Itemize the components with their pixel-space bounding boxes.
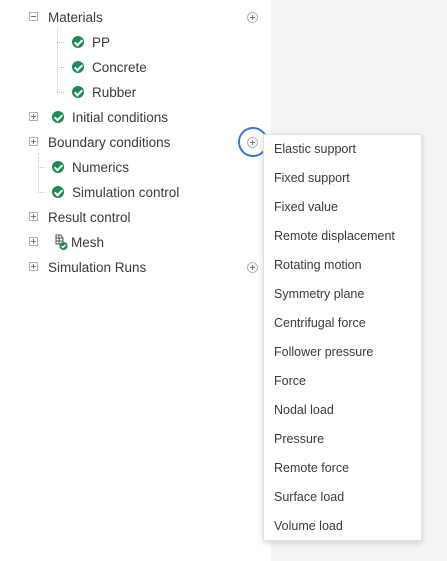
menu-item-volume-load[interactable]: Volume load [264, 512, 421, 541]
tree-item-label: Simulation Runs [48, 259, 147, 275]
tree-connector [38, 153, 39, 193]
tree-item-pp[interactable]: PP [72, 32, 110, 52]
menu-item-rotating-motion[interactable]: Rotating motion [264, 251, 421, 280]
tree-item-rubber[interactable]: Rubber [72, 82, 136, 102]
tree-item-label: Mesh [71, 234, 105, 250]
menu-item-centrifugal-force[interactable]: Centrifugal force [264, 309, 421, 338]
tree-item-label: Materials [48, 9, 103, 25]
check-circle-icon [72, 36, 84, 48]
expand-icon[interactable] [29, 262, 38, 271]
menu-item-remote-force[interactable]: Remote force [264, 454, 421, 483]
tree-item-label: Rubber [92, 84, 137, 100]
tree-item-label: Boundary conditions [48, 134, 171, 150]
collapse-icon[interactable] [29, 12, 38, 21]
check-circle-icon [72, 61, 84, 73]
tree-item-label: Simulation control [72, 184, 180, 200]
menu-item-nodal-load[interactable]: Nodal load [264, 396, 421, 425]
add-material-button[interactable] [247, 12, 258, 23]
tree-connector [38, 167, 45, 168]
menu-item-symmetry-plane[interactable]: Symmetry plane [264, 280, 421, 309]
menu-item-follower-pressure[interactable]: Follower pressure [264, 338, 421, 367]
add-boundary-condition-button[interactable] [247, 137, 258, 148]
add-boundary-condition-menu: Elastic support Fixed support Fixed valu… [263, 134, 422, 541]
tree-item-concrete[interactable]: Concrete [72, 57, 147, 77]
tree-item-label: Initial conditions [72, 109, 169, 125]
tree-connector [38, 192, 45, 193]
tree-item-label: Concrete [92, 59, 147, 75]
tree-item-numerics[interactable]: Numerics [52, 157, 129, 177]
tree-item-simulation-runs[interactable]: Simulation Runs [48, 257, 146, 277]
tree-item-result-control[interactable]: Result control [48, 207, 131, 227]
menu-item-remote-displacement[interactable]: Remote displacement [264, 222, 421, 251]
tree-item-simulation-control[interactable]: Simulation control [52, 182, 179, 202]
tree-item-initial-conditions[interactable]: Initial conditions [52, 107, 168, 127]
tree-connector [57, 27, 58, 92]
menu-item-surface-load[interactable]: Surface load [264, 483, 421, 512]
tree-item-mesh[interactable]: Mesh [52, 232, 104, 252]
tree-connector [57, 67, 64, 68]
check-circle-icon [52, 111, 64, 123]
simulation-tree-panel: Materials PP Concrete Rubber Initial con… [0, 0, 271, 561]
check-circle-icon [72, 86, 84, 98]
menu-item-force[interactable]: Force [264, 367, 421, 396]
tree-item-label: PP [92, 34, 111, 50]
tree-item-materials[interactable]: Materials [48, 7, 103, 27]
menu-item-fixed-support[interactable]: Fixed support [264, 164, 421, 193]
expand-icon[interactable] [29, 212, 38, 221]
check-circle-icon [52, 186, 64, 198]
tree-connector [57, 92, 64, 93]
menu-item-elastic-support[interactable]: Elastic support [264, 135, 421, 164]
mesh-icon [52, 233, 68, 251]
tree-connector [57, 42, 64, 43]
menu-item-pressure[interactable]: Pressure [264, 425, 421, 454]
tree-item-label: Result control [48, 209, 131, 225]
expand-icon[interactable] [29, 237, 38, 246]
expand-icon[interactable] [29, 112, 38, 121]
tree-item-boundary-conditions[interactable]: Boundary conditions [48, 132, 170, 152]
menu-item-fixed-value[interactable]: Fixed value [264, 193, 421, 222]
tree-item-label: Numerics [72, 159, 130, 175]
check-circle-icon [52, 161, 64, 173]
add-simulation-run-button[interactable] [247, 262, 258, 273]
expand-icon[interactable] [29, 137, 38, 146]
